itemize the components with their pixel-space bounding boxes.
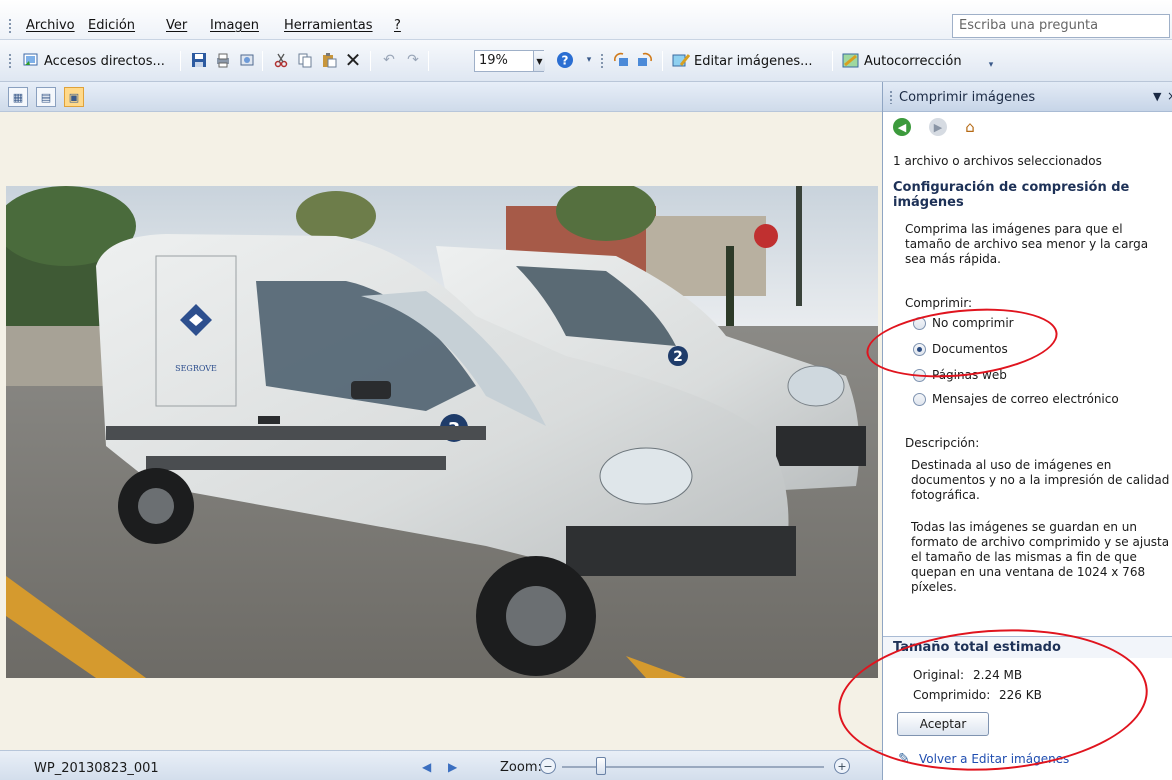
zoom-slider-thumb[interactable] [596,757,606,775]
save-icon[interactable] [190,51,208,69]
shortcuts-label: Accesos directos... [44,53,165,69]
edit-images-icon [672,51,690,69]
zoom-out-icon[interactable]: − [540,758,556,774]
thumbnail-view-icon[interactable]: ▦ [8,87,28,107]
selected-files-text: 1 archivo o archivos seleccionados [893,154,1102,168]
pane-title: Comprimir imágenes [899,90,1036,105]
toolbar-separator [180,51,181,71]
status-bar: WP_20130823_001 ◀ ▶ Zoom: [0,750,882,780]
rotate-right-icon[interactable] [636,51,654,69]
intro-text: Comprima las imágenes para que el tamaño… [905,222,1149,266]
shortcuts-button[interactable]: Accesos directos... [44,50,165,72]
photo-preview[interactable]: 2 SEGROVE 3 [6,186,878,678]
copy-icon[interactable] [296,51,314,69]
menu-ver[interactable]: Ver [166,18,187,33]
menu-imagen[interactable]: Imagen [210,18,259,33]
view-bar: ▦ ▤ ▣ [0,82,882,112]
pane-grip[interactable] [889,90,893,104]
toolbar-separator [428,51,429,71]
toolbar-separator [370,51,371,71]
single-picture-view-icon[interactable]: ▣ [64,87,84,107]
menu-edicion[interactable]: Edición [88,18,135,33]
undo-icon[interactable]: ↶ [380,51,398,69]
menu-herramientas[interactable]: Herramientas [284,18,373,33]
ask-question-input[interactable]: Escriba una pregunta [952,14,1170,38]
description-label: Descripción: [905,436,980,450]
menu-help[interactable]: ? [394,18,401,33]
edit-images-button[interactable]: Editar imágenes... [694,50,813,72]
toolbar: Accesos directos... ✕ ↶ ↷ 19% ▼ ? ▾ Edit… [0,40,1172,82]
home-icon[interactable]: ⌂ [961,118,979,136]
close-icon[interactable]: × [1167,89,1172,103]
menu-bar: Archivo Edición Ver Imagen Herramientas … [0,0,1172,40]
shortcuts-icon [22,51,40,69]
vans-photo: 2 SEGROVE 3 [6,186,878,678]
chevron-down-icon[interactable]: ▼ [533,51,545,71]
help-icon[interactable]: ? [556,51,574,69]
toolbar-options-icon[interactable]: ▾ [982,56,1000,74]
toolbar-grip[interactable] [600,53,604,69]
edit-images-label: Editar imágenes... [694,53,813,69]
zoom-in-icon[interactable]: + [834,758,850,774]
redo-icon[interactable]: ↷ [404,51,422,69]
menu-archivo[interactable]: Archivo [26,18,75,33]
toolbar-separator [832,51,833,71]
description-text-2: Todas las imágenes se guardan en un form… [911,520,1170,594]
paste-icon[interactable] [320,51,338,69]
menu-grip[interactable] [8,18,12,34]
forward-arrow-icon[interactable]: ▶ [929,118,947,136]
cut-icon[interactable] [272,51,290,69]
description-text-1: Destinada al uso de imágenes en document… [911,458,1170,502]
radio-label: Mensajes de correo electrónico [932,392,1119,406]
toolbar-grip[interactable] [8,53,12,69]
status-filename: WP_20130823_001 [34,761,159,776]
next-image-icon[interactable]: ▶ [448,760,457,774]
previous-image-icon[interactable]: ◀ [422,760,431,774]
van-badge-back: 2 [673,349,683,365]
toolbar-options-icon[interactable]: ▾ [580,51,598,69]
toolbar-separator [262,51,263,71]
scan-icon[interactable] [238,51,256,69]
pane-header: Comprimir imágenes ▼ × [883,82,1172,112]
config-heading: Configuración de compresión de imágenes [893,180,1130,210]
radio-button[interactable] [913,392,926,406]
print-icon[interactable] [214,51,232,69]
van-logo-text: SEGROVE [175,364,217,373]
pane-menu-chevron-icon[interactable]: ▼ [1153,90,1161,103]
back-arrow-icon[interactable]: ◀ [893,118,911,136]
svg-text:?: ? [562,54,569,68]
delete-icon[interactable]: ✕ [344,50,362,70]
autocorrect-button[interactable]: Autocorrección [864,50,962,72]
filmstrip-view-icon[interactable]: ▤ [36,87,56,107]
toolbar-separator [662,51,663,71]
zoom-label: Zoom: [500,760,542,775]
radio-email[interactable]: Mensajes de correo electrónico [913,392,1119,406]
rotate-left-icon[interactable] [612,51,630,69]
autocorrect-label: Autocorrección [864,53,962,69]
autocorrect-icon [842,51,860,69]
